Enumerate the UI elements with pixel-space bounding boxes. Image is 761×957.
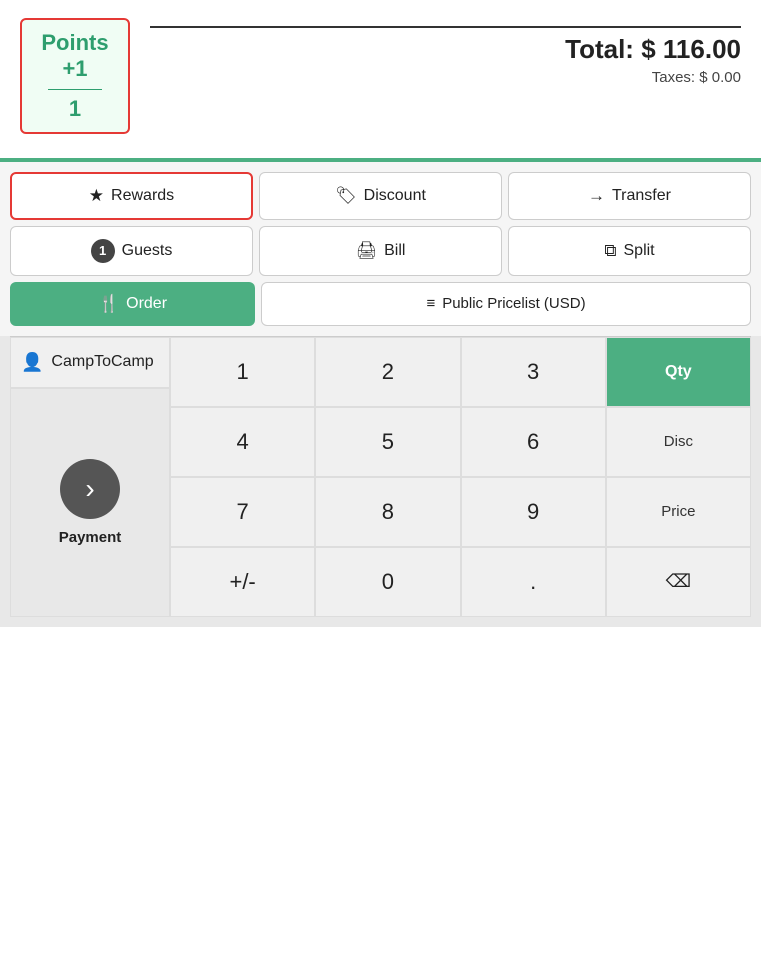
numpad-full: 👤 CampToCamp › Payment 1 2 3 Qty 4 5 6 D… xyxy=(10,336,751,617)
points-value: 1 xyxy=(69,96,81,122)
rewards-button[interactable]: ★ Rewards xyxy=(10,172,253,220)
num-4[interactable]: 4 xyxy=(170,407,315,477)
customer-icon: 👤 xyxy=(21,352,43,373)
num-6[interactable]: 6 xyxy=(461,407,606,477)
total-section: Total: $ 116.00 Taxes: $ 0.00 xyxy=(150,18,741,86)
points-divider xyxy=(48,89,102,90)
num-7[interactable]: 7 xyxy=(170,477,315,547)
split-button[interactable]: ⧉ Split xyxy=(508,226,751,276)
num-8[interactable]: 8 xyxy=(315,477,460,547)
num-dot[interactable]: . xyxy=(461,547,606,617)
customer-row: 👤 CampToCamp xyxy=(10,337,170,388)
price-button[interactable]: Price xyxy=(606,477,751,547)
backspace-button[interactable]: ⌫ xyxy=(606,547,751,617)
num-0[interactable]: 0 xyxy=(315,547,460,617)
total-line: Total: $ 116.00 xyxy=(150,26,741,65)
transfer-button[interactable]: → Transfer xyxy=(508,172,751,220)
printer-icon: 🖨 xyxy=(356,241,378,261)
tag-icon: 🏷 xyxy=(335,186,357,206)
payment-area: › Payment xyxy=(10,388,170,617)
disc-button[interactable]: Disc xyxy=(606,407,751,477)
action-buttons-section: ★ Rewards 🏷 Discount → Transfer 1 Guests… xyxy=(0,162,761,336)
discount-button[interactable]: 🏷 Discount xyxy=(259,172,502,220)
list-icon: ≡ xyxy=(426,295,435,312)
points-card: Points +1 1 xyxy=(20,18,130,134)
arrow-right-icon: → xyxy=(588,186,605,206)
bill-button[interactable]: 🖨 Bill xyxy=(259,226,502,276)
num-3[interactable]: 3 xyxy=(461,337,606,407)
pricelist-button[interactable]: ≡ Public Pricelist (USD) xyxy=(261,282,751,326)
payment-button[interactable]: › xyxy=(60,459,120,519)
taxes-line: Taxes: $ 0.00 xyxy=(150,69,741,86)
points-label: Points +1 xyxy=(41,30,108,83)
star-icon: ★ xyxy=(89,186,104,206)
bottom-row: 🍴 Order ≡ Public Pricelist (USD) xyxy=(10,282,751,336)
top-section: Points +1 1 Total: $ 116.00 Taxes: $ 0.0… xyxy=(0,0,761,144)
num-plusminus[interactable]: +/- xyxy=(170,547,315,617)
payment-label: Payment xyxy=(59,529,122,546)
total-amount: Total: $ 116.00 xyxy=(565,34,741,64)
guests-button[interactable]: 1 Guests xyxy=(10,226,253,276)
order-button[interactable]: 🍴 Order xyxy=(10,282,255,326)
num-5[interactable]: 5 xyxy=(315,407,460,477)
qty-button[interactable]: Qty xyxy=(606,337,751,407)
split-icon: ⧉ xyxy=(604,241,616,261)
numpad-section: 👤 CampToCamp › Payment 1 2 3 Qty 4 5 6 D… xyxy=(0,336,761,627)
fork-icon: 🍴 xyxy=(98,294,119,314)
num-1[interactable]: 1 xyxy=(170,337,315,407)
customer-name: CampToCamp xyxy=(51,353,153,371)
num-9[interactable]: 9 xyxy=(461,477,606,547)
num-2[interactable]: 2 xyxy=(315,337,460,407)
guests-count-badge: 1 xyxy=(91,239,115,263)
buttons-grid: ★ Rewards 🏷 Discount → Transfer 1 Guests… xyxy=(10,162,751,282)
left-col: 👤 CampToCamp › Payment xyxy=(10,337,170,617)
